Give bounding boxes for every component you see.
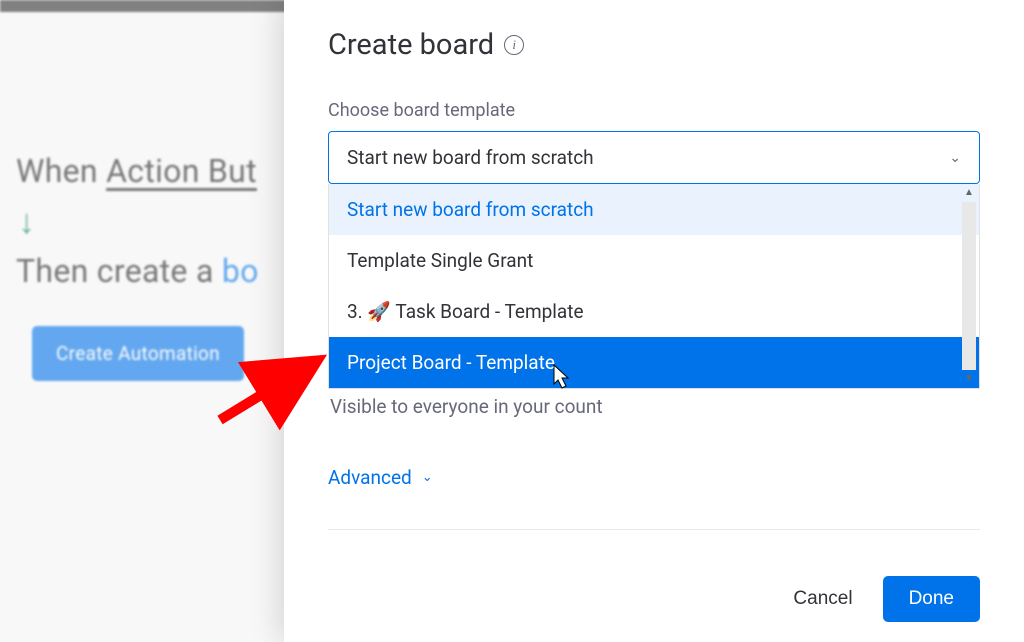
recipe-action-link: bo [222, 252, 259, 290]
scroll-track[interactable] [962, 202, 976, 370]
create-automation-button[interactable]: Create Automation [32, 326, 244, 381]
recipe-when-text: When [16, 152, 106, 190]
dropdown-option-project-board[interactable]: Project Board - Template [329, 337, 979, 388]
template-select-value: Start new board from scratch [347, 146, 594, 169]
info-icon[interactable]: i [504, 35, 524, 55]
divider [328, 529, 980, 530]
modal-footer: Cancel Done [785, 576, 980, 622]
cancel-button[interactable]: Cancel [785, 578, 860, 620]
chevron-down-icon: ⌄ [422, 470, 433, 485]
advanced-toggle[interactable]: Advanced ⌄ [328, 466, 433, 489]
modal-title-row: Create board i [328, 28, 980, 62]
template-field-label: Choose board template [328, 100, 980, 121]
dropdown-option-single-grant[interactable]: Template Single Grant [329, 235, 979, 286]
modal-title: Create board [328, 28, 494, 62]
recipe-then-text: Then create a [16, 252, 222, 290]
scroll-down-icon[interactable]: ▼ [962, 372, 976, 386]
advanced-label: Advanced [328, 466, 412, 489]
template-select[interactable]: Start new board from scratch ⌄ [328, 131, 980, 184]
dropdown-scrollbar[interactable]: ▲ ▼ [961, 186, 977, 386]
dropdown-option-scratch[interactable]: Start new board from scratch [329, 184, 979, 235]
scroll-up-icon[interactable]: ▲ [962, 186, 976, 200]
template-dropdown: Start new board from scratch Template Si… [328, 184, 980, 389]
dropdown-option-task-board[interactable]: 3. 🚀 Task Board - Template [329, 286, 979, 337]
chevron-down-icon: ⌄ [949, 150, 961, 166]
recipe-trigger-link: Action But [106, 152, 257, 190]
create-board-modal: Create board i Choose board template Sta… [284, 0, 1024, 642]
done-button[interactable]: Done [883, 576, 980, 622]
visibility-description: Visible to everyone in your count [328, 395, 980, 418]
